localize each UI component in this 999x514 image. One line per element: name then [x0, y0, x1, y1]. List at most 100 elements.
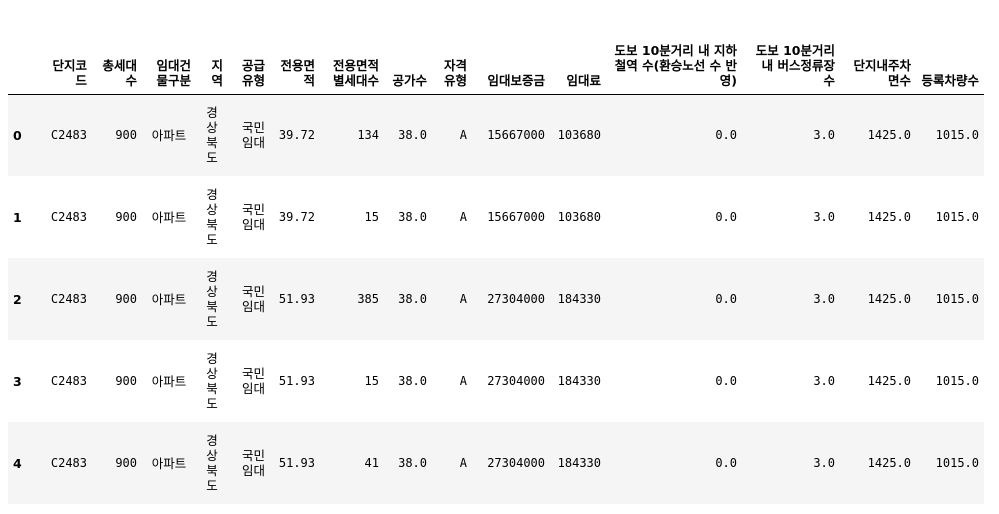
cell-subway-stations: 0.0 [715, 209, 737, 224]
cell-rent: 103680 [557, 209, 601, 224]
column-header-supply-type: 공급유형 [228, 8, 270, 95]
cell-rent: 184330 [557, 291, 601, 306]
dataframe-table: 단지코드 총세대수 임대건물구분 지역 공급유형 전용면적 전용면적별세대수 공… [8, 8, 984, 504]
cell-deposit: 27304000 [487, 455, 545, 470]
cell-parking-spaces: 1425.0 [867, 373, 911, 388]
cell-households-by-area: 15 [364, 209, 379, 224]
cell-complex-code: C2483 [50, 209, 87, 224]
column-header-bus-stops: 도보 10분거리 내 버스정류장 수 [742, 8, 840, 95]
cell-exclusive-area: 39.72 [278, 209, 315, 224]
column-header-complex-code: 단지코드 [40, 8, 92, 95]
cell-households-by-area: 385 [357, 291, 379, 306]
cell-building-type: 아파트 [151, 291, 187, 307]
cell-exclusive-area: 51.93 [278, 455, 315, 470]
cell-total-households: 900 [115, 127, 137, 142]
table-row: 4 C2483 900 아파트 경상북도 국민임대 51.93 41 38.0 … [8, 422, 984, 504]
cell-supply-type: 국민임대 [241, 366, 265, 396]
cell-qualification-type: A [459, 373, 467, 388]
column-header-qualification-type: 자격유형 [432, 8, 472, 95]
cell-deposit: 27304000 [487, 373, 545, 388]
cell-vacant-units: 38.0 [398, 127, 427, 142]
cell-rent: 184330 [557, 455, 601, 470]
cell-parking-spaces: 1425.0 [867, 209, 911, 224]
cell-exclusive-area: 51.93 [278, 373, 315, 388]
cell-total-households: 900 [115, 209, 137, 224]
column-header-rent: 임대료 [550, 8, 606, 95]
column-header-index [8, 8, 40, 95]
row-index: 3 [13, 373, 22, 389]
cell-exclusive-area: 39.72 [278, 127, 315, 142]
cell-households-by-area: 134 [357, 127, 379, 142]
cell-deposit: 15667000 [487, 209, 545, 224]
cell-registered-vehicles: 1015.0 [935, 455, 979, 470]
row-index: 1 [13, 209, 22, 225]
column-header-region: 지역 [196, 8, 228, 95]
cell-total-households: 900 [115, 373, 137, 388]
column-header-registered-vehicles: 등록차량수 [916, 8, 984, 95]
column-header-deposit: 임대보증금 [472, 8, 550, 95]
cell-vacant-units: 38.0 [398, 455, 427, 470]
cell-supply-type: 국민임대 [241, 202, 265, 232]
cell-total-households: 900 [115, 291, 137, 306]
cell-parking-spaces: 1425.0 [867, 455, 911, 470]
cell-building-type: 아파트 [151, 373, 187, 389]
column-header-vacant-units: 공가수 [384, 8, 432, 95]
cell-parking-spaces: 1425.0 [867, 291, 911, 306]
cell-parking-spaces: 1425.0 [867, 127, 911, 142]
row-index: 4 [13, 455, 22, 471]
cell-supply-type: 국민임대 [241, 120, 265, 151]
table-row: 2 C2483 900 아파트 경상북도 국민임대 51.93 385 38.0… [8, 258, 984, 340]
column-header-households-by-area: 전용면적별세대수 [320, 8, 384, 95]
cell-complex-code: C2483 [50, 291, 87, 306]
cell-subway-stations: 0.0 [715, 127, 737, 142]
cell-vacant-units: 38.0 [398, 291, 427, 306]
cell-registered-vehicles: 1015.0 [935, 209, 979, 224]
column-header-total-households: 총세대수 [92, 8, 142, 95]
column-header-parking-spaces: 단지내주차면수 [840, 8, 916, 95]
cell-households-by-area: 41 [364, 455, 379, 470]
dataframe-container: 단지코드 총세대수 임대건물구분 지역 공급유형 전용면적 전용면적별세대수 공… [0, 0, 999, 504]
cell-supply-type: 국민임대 [241, 284, 265, 314]
cell-rent: 184330 [557, 373, 601, 388]
cell-building-type: 아파트 [151, 209, 187, 225]
row-index: 2 [13, 291, 22, 307]
cell-subway-stations: 0.0 [715, 455, 737, 470]
cell-bus-stops: 3.0 [813, 127, 835, 142]
cell-bus-stops: 3.0 [813, 455, 835, 470]
cell-complex-code: C2483 [50, 373, 87, 388]
cell-registered-vehicles: 1015.0 [935, 291, 979, 306]
cell-qualification-type: A [459, 209, 467, 224]
cell-qualification-type: A [459, 455, 467, 470]
header-row: 단지코드 총세대수 임대건물구분 지역 공급유형 전용면적 전용면적별세대수 공… [8, 8, 984, 95]
cell-region: 경상북도 [206, 187, 218, 247]
cell-vacant-units: 38.0 [398, 373, 427, 388]
cell-rent: 103680 [557, 127, 601, 142]
column-header-building-type: 임대건물구분 [142, 8, 196, 95]
cell-region: 경상북도 [206, 433, 218, 493]
cell-registered-vehicles: 1015.0 [935, 127, 979, 142]
cell-bus-stops: 3.0 [813, 291, 835, 306]
cell-exclusive-area: 51.93 [278, 291, 315, 306]
cell-deposit: 27304000 [487, 291, 545, 306]
cell-qualification-type: A [459, 291, 467, 306]
cell-building-type: 아파트 [151, 455, 187, 471]
cell-households-by-area: 15 [364, 373, 379, 388]
column-header-subway-stations: 도보 10분거리 내 지하철역 수(환승노선 수 반영) [606, 8, 742, 95]
table-row: 0 C2483 900 아파트 경상북도 국민임대 39.72 134 38.0… [8, 94, 984, 176]
column-header-exclusive-area: 전용면적 [270, 8, 320, 95]
table-row: 3 C2483 900 아파트 경상북도 국민임대 51.93 15 38.0 … [8, 340, 984, 422]
cell-supply-type: 국민임대 [241, 448, 265, 478]
cell-total-households: 900 [115, 455, 137, 470]
cell-deposit: 15667000 [487, 127, 545, 142]
cell-registered-vehicles: 1015.0 [935, 373, 979, 388]
cell-complex-code: C2483 [50, 127, 87, 142]
table-row: 1 C2483 900 아파트 경상북도 국민임대 39.72 15 38.0 … [8, 176, 984, 258]
cell-subway-stations: 0.0 [715, 291, 737, 306]
cell-region: 경상북도 [206, 351, 218, 411]
cell-vacant-units: 38.0 [398, 209, 427, 224]
row-index: 0 [13, 127, 22, 143]
cell-bus-stops: 3.0 [813, 373, 835, 388]
cell-complex-code: C2483 [50, 455, 87, 470]
cell-bus-stops: 3.0 [813, 209, 835, 224]
cell-region: 경상북도 [206, 269, 218, 329]
